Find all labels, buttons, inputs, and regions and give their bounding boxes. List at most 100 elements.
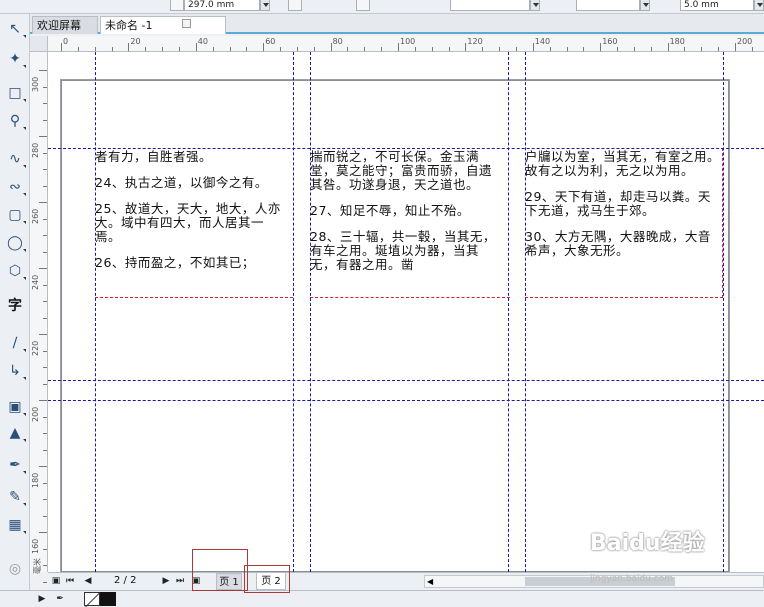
ruler-minor-tick [549,47,551,51]
height-dropdown-icon[interactable] [260,0,270,11]
ruler-minor-tick [94,47,96,51]
ruler-minor-tick [482,47,484,51]
shape-tool-icon[interactable]: ✦ [4,48,26,70]
page-layout-icon[interactable] [356,0,370,11]
ruler-minor-tick [650,47,652,51]
palette-options-icon[interactable]: ▶ [36,593,48,606]
ruler-label: 140 [534,37,551,46]
units-field[interactable] [450,0,530,11]
ruler-minor-tick [43,581,47,583]
insert-page-before-icon[interactable]: ▣ [50,575,62,588]
ruler-label: 160 [31,538,40,554]
ruler-label: 300 [31,76,40,92]
eyedropper-icon[interactable]: ✒ [54,593,66,606]
units-dropdown-icon[interactable] [530,0,540,11]
height-lock-icon[interactable] [170,0,184,11]
text-frame-outline [525,148,723,298]
ruler-label: 260 [31,208,40,224]
ruler-tick [39,334,47,335]
freehand-tool-icon[interactable]: ∿ [4,148,26,170]
fill-tool-icon[interactable]: ▦ [4,514,26,536]
coreldraw-window: 297.0 mm 5.0 mm ↖ ✦ □ ⚲ ∿ ∾ ▢ ◯ ⬡ 字 ∕ ↳ … [0,0,764,607]
vertical-guideline[interactable] [508,52,509,572]
ruler-minor-tick [43,416,47,418]
ruler-minor-tick [43,449,47,451]
property-bar: 297.0 mm 5.0 mm [0,0,764,14]
next-page-icon[interactable]: ▶ [160,575,172,588]
ruler-label: 180 [31,472,40,488]
ruler-origin[interactable] [30,36,48,52]
ruler-tick [532,43,534,51]
ruler-label: 200 [31,406,40,422]
polygon-tool-icon[interactable]: ⬡ [4,260,26,282]
tab-document[interactable]: 未命名 -1 [100,16,226,34]
vertical-guideline[interactable] [723,52,724,572]
ruler-minor-tick [43,482,47,484]
interactive-fill-icon[interactable]: ◎ [4,558,26,580]
ruler-label: 160 [602,37,618,46]
ruler-minor-tick [414,47,416,51]
ruler-minor-tick [43,548,47,550]
ruler-tick [39,466,47,467]
first-page-icon[interactable]: ⏮ [64,575,76,588]
outline-pen-icon[interactable]: ✎ [4,486,26,508]
vertical-guideline[interactable] [525,52,526,572]
ruler-tick [128,43,130,51]
ruler-minor-tick [701,47,703,51]
smart-drawing-icon[interactable]: ∾ [4,176,26,198]
page-count: 2 / 2 [114,575,137,586]
transparency-tool-icon[interactable]: ▲ [4,422,26,444]
vertical-guideline[interactable] [293,52,294,572]
nudge-field[interactable]: 5.0 mm [680,0,754,11]
ruler-minor-tick [229,47,231,51]
ruler-minor-tick [280,47,282,51]
zoom-tool-icon[interactable]: ⚲ [4,110,26,132]
scroll-left-icon[interactable]: ◀ [427,577,433,586]
ruler-label: 100 [400,37,416,46]
vertical-guideline[interactable] [310,52,311,572]
ruler-minor-tick [43,251,47,253]
ruler-label: 40 [197,37,208,46]
watermark-url: jingyan.baidu.com [590,574,674,584]
ruler-minor-tick [566,47,568,51]
ruler-tick [398,43,399,51]
horizontal-ruler[interactable]: 0 20 40 60 80 100 120 140 160 180 200 [48,36,764,52]
eyedropper-tool-icon[interactable]: ✒ [4,454,26,476]
landscape-icon[interactable] [288,0,302,11]
drop-shadow-tool-icon[interactable]: ▣ [4,396,26,418]
horizontal-guideline[interactable] [48,148,764,149]
ruler-minor-tick [43,367,47,368]
black-swatch[interactable] [100,592,116,606]
connector-tool-icon[interactable]: ↳ [4,360,26,382]
close-tab-icon[interactable] [182,19,191,28]
nudge-dropdown-icon[interactable] [754,0,764,11]
ruler-tick [39,400,47,401]
rectangle-tool-icon[interactable]: ▢ [4,204,26,226]
vertical-ruler[interactable]: 毫米 300 280 260 240 220 200 180 160 [30,52,48,583]
ruler-minor-tick [381,47,383,51]
last-page-icon[interactable]: ⏭ [174,575,186,588]
tolerance-dropdown-icon[interactable] [640,0,650,11]
ruler-minor-tick [43,499,47,500]
horizontal-guideline[interactable] [48,400,764,401]
vertical-guideline[interactable] [95,52,96,572]
tolerance-field[interactable] [576,0,640,11]
ruler-minor-tick [43,433,47,434]
text-tool-icon[interactable]: 字 [4,294,26,316]
baidu-watermark: Baidu经验 [590,531,705,556]
horizontal-guideline[interactable] [48,380,764,381]
ruler-minor-tick [43,565,47,566]
ellipse-tool-icon[interactable]: ◯ [4,232,26,254]
dimension-tool-icon[interactable]: ∕ [4,332,26,354]
drawing-canvas[interactable]: 者有力，自胜者强。 24、执古之道，以御今之有。 25、故道大，天大，地大，人亦… [48,52,764,572]
pick-tool-icon[interactable]: ↖ [4,18,26,40]
previous-page-icon[interactable]: ◀ [82,575,94,588]
ruler-label: 20 [130,37,141,46]
ruler-label: 120 [467,37,483,46]
height-field[interactable]: 297.0 mm [184,0,260,11]
ruler-minor-tick [633,47,635,51]
ruler-minor-tick [617,47,619,51]
no-color-swatch[interactable] [84,592,100,606]
tab-welcome-screen[interactable]: 欢迎屏幕 [32,16,98,34]
crop-tool-icon[interactable]: □ [4,82,26,104]
